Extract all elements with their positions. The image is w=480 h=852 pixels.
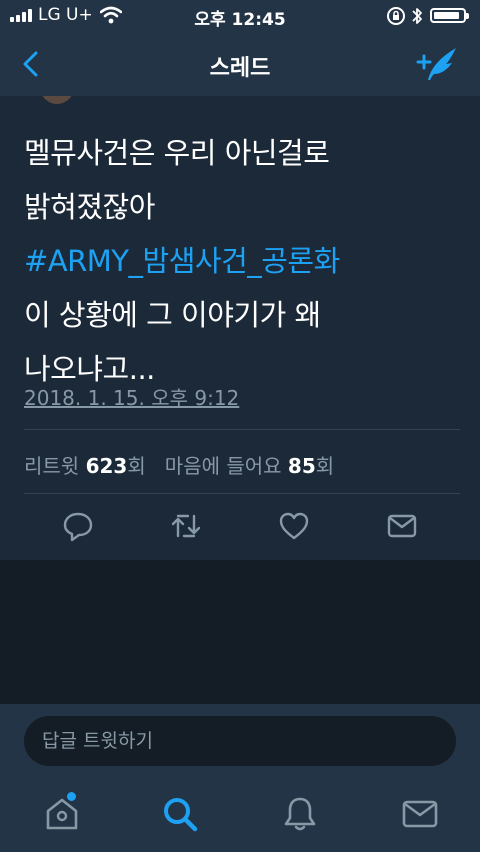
tweet-actions [0,494,480,560]
tweet-detail: 멜뮤사건은 우리 아닌걸로 밝혀졌잖아 #ARMY_밤샘사건_공론화 이 상황에… [0,96,480,560]
avatar[interactable] [40,96,74,104]
status-bar: LG U+ 오후 12:45 [0,0,480,32]
tweet-stats: 리트윗 623회 마음에 들어요 85회 [24,450,334,479]
share-message-icon[interactable] [386,510,418,542]
like-label[interactable]: 마음에 들어요 [165,454,282,478]
reply-icon[interactable] [62,510,94,542]
tweet-timestamp[interactable]: 2018. 1. 15. 오후 9:12 [24,382,239,411]
tweet-text: 멜뮤사건은 우리 아닌걸로 밝혀졌잖아 #ARMY_밤샘사건_공론화 이 상황에… [24,126,464,396]
tweet-line: 이 상황에 그 이야기가 왜 [24,298,321,332]
nav-bar: 스레드 [0,32,480,96]
heart-icon[interactable] [278,510,310,542]
tab-bar [0,780,480,852]
retweet-count[interactable]: 623 [86,454,128,478]
reply-bar: 답글 트윗하기 [0,704,480,780]
divider [24,429,460,430]
retweet-label[interactable]: 리트윗 [24,454,79,478]
rotation-lock-icon [387,7,405,25]
hashtag-link[interactable]: #ARMY_밤샘사건_공론화 [24,234,464,288]
page-title: 스레드 [209,56,271,81]
notification-dot [67,792,76,801]
notifications-icon[interactable] [280,794,320,834]
home-icon[interactable] [42,794,82,834]
retweet-unit: 회 [127,454,146,478]
tweet-line: 멜뮤사건은 우리 아닌걸로 [24,136,330,170]
retweet-icon[interactable] [170,510,202,542]
search-icon[interactable] [160,794,200,834]
tweet-line: 밝혀졌잖아 [24,190,155,224]
bluetooth-icon [412,8,422,24]
messages-icon[interactable] [400,794,440,834]
like-unit: 회 [315,454,335,478]
battery-icon [430,8,469,23]
like-count[interactable]: 85 [288,454,316,478]
clock: 오후 12:45 [194,10,286,30]
reply-input[interactable]: 답글 트윗하기 [24,716,456,766]
compose-tweet-icon[interactable] [416,46,458,82]
